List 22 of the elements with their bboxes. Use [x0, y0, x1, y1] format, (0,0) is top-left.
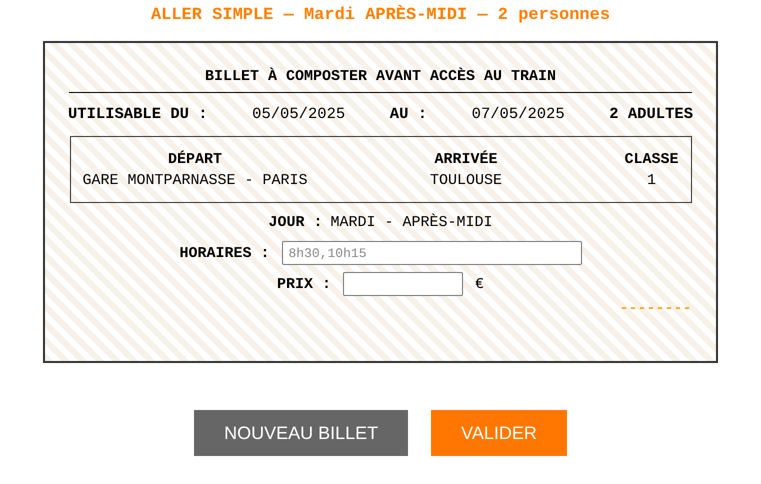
route-heading: CLASSE — [624, 150, 678, 170]
route-heading: ARRIVÉE — [434, 150, 498, 170]
day-value: MARDI - APRÈS-MIDI — [330, 214, 493, 230]
price-label: PRIX : — [276, 276, 331, 292]
validity-to-date: 07/05/2025 — [472, 105, 565, 123]
route-value: TOULOUSE — [430, 170, 502, 190]
route-heading: DÉPART — [168, 150, 222, 170]
schedule-label: HORAIRES : — [179, 244, 270, 262]
passenger-count: 2 ADULTES — [609, 105, 693, 123]
route-value: GARE MONTPARNASSE - PARIS — [82, 170, 308, 190]
currency-symbol: € — [475, 276, 484, 292]
validity-to-label: AU : — [390, 105, 428, 123]
stamp-line: -------- — [619, 300, 692, 317]
price-input-field[interactable] — [343, 272, 463, 296]
route-value: 1 — [646, 170, 656, 190]
schedule-input-field[interactable]: 8h30,10h15 — [282, 241, 582, 265]
validity-from-date: 05/05/2025 — [252, 105, 346, 123]
action-button[interactable]: NOUVEAU BILLET — [194, 410, 408, 456]
ticket-title: BILLET À COMPOSTER AVANT ACCÈS AU TRAIN — [69, 68, 692, 93]
validity-from-label: UTILISABLE DU : — [68, 105, 208, 123]
day-label: JOUR : — [268, 214, 322, 230]
trip-summary: ALLER SIMPLE — Mardi APRÈS-MIDI — 2 personnes — [150, 6, 610, 25]
